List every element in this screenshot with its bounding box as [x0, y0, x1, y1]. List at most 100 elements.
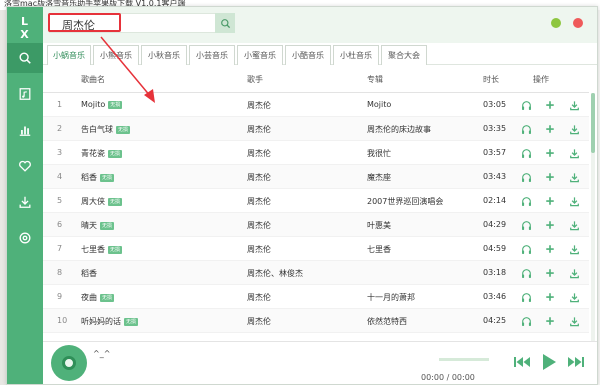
table-row[interactable]: 10 听妈妈的话 无损 周杰伦 依然范特西 04:25	[43, 309, 589, 333]
song-album: 周杰伦的床边故事	[367, 125, 431, 134]
table-row[interactable]: 6 晴天 无损 周杰伦 叶惠美 04:29	[43, 213, 589, 237]
plus-button[interactable]	[543, 217, 557, 233]
plus-button[interactable]	[543, 121, 557, 137]
plus-button[interactable]	[543, 313, 557, 329]
download-button[interactable]	[567, 217, 581, 233]
headphones-icon	[521, 100, 531, 110]
tab-source[interactable]: 聚合大会	[381, 45, 427, 65]
row-actions	[519, 313, 589, 329]
plus-button[interactable]	[543, 169, 557, 185]
plus-icon	[546, 317, 554, 325]
download-button[interactable]	[567, 97, 581, 113]
headphones-button[interactable]	[519, 97, 533, 113]
song-title-text: 七里香	[81, 245, 105, 254]
tab-source[interactable]: 小蜜音乐	[237, 45, 283, 65]
plus-button[interactable]	[543, 241, 557, 257]
plus-icon	[546, 125, 554, 133]
nav-song-list[interactable]	[7, 79, 43, 109]
nav-settings[interactable]	[7, 223, 43, 253]
download-button[interactable]	[567, 121, 581, 137]
player-time: 00:00 / 00:00	[421, 373, 475, 382]
plus-icon	[546, 101, 554, 109]
tab-source[interactable]: 小杜音乐	[333, 45, 379, 65]
headphones-button[interactable]	[519, 265, 533, 281]
next-button[interactable]	[567, 355, 585, 369]
headphones-button[interactable]	[519, 217, 533, 233]
annotation-arrow-icon	[100, 36, 155, 103]
row-index: 5	[57, 196, 63, 205]
header-duration: 时长	[483, 75, 499, 84]
plus-button[interactable]	[543, 193, 557, 209]
download-button[interactable]	[567, 289, 581, 305]
download-icon	[569, 292, 579, 302]
song-title: 青花瓷 无损	[81, 148, 123, 159]
lossless-badge: 无损	[116, 125, 131, 134]
nav-favorites[interactable]	[7, 151, 43, 181]
table-row[interactable]: 11卫马目无损袁娅、周杰伦Promise03:15	[43, 333, 589, 341]
table-row[interactable]: 9 夜曲 无损 周杰伦 十一月的萧邦 03:46	[43, 285, 589, 309]
table-row[interactable]: 4 稻香 无损 周杰伦 魔杰座 03:43	[43, 165, 589, 189]
lossless-badge: 无损	[124, 317, 139, 326]
lossless-badge: 无损	[108, 245, 123, 254]
progress-bar[interactable]	[439, 358, 489, 361]
download-icon	[569, 196, 579, 206]
headphones-button[interactable]	[519, 193, 533, 209]
song-duration: 04:25	[483, 316, 507, 325]
album-disc[interactable]	[51, 345, 87, 381]
download-button[interactable]	[567, 241, 581, 257]
player-bar: ^_^ 00:00 / 00:00	[43, 341, 597, 384]
download-button[interactable]	[567, 169, 581, 185]
download-button[interactable]	[567, 265, 581, 281]
song-artist: 周杰伦	[247, 245, 271, 254]
sidebar: L X	[7, 7, 43, 384]
song-artist: 周杰伦	[247, 293, 271, 302]
play-icon	[543, 354, 556, 370]
table-row[interactable]: 5 周大侠 无损 周杰伦 2007世界巡回演唱会 02:14	[43, 189, 589, 213]
song-duration: 03:05	[483, 100, 507, 109]
table-row[interactable]: 7 七里香 无损 周杰伦 七里香 04:59	[43, 237, 589, 261]
headphones-button[interactable]	[519, 313, 533, 329]
nav-leaderboard[interactable]	[7, 115, 43, 145]
plus-button[interactable]	[543, 289, 557, 305]
headphones-button[interactable]	[519, 241, 533, 257]
download-button[interactable]	[567, 313, 581, 329]
tab-source[interactable]: 小芸音乐	[189, 45, 235, 65]
chart-icon	[19, 126, 31, 136]
headphones-button[interactable]	[519, 289, 533, 305]
song-list: 1 Mojito 无损 周杰伦 Mojito 03:05 2 告白气球 无损 周杰伦 周杰伦的床边故…	[43, 93, 589, 341]
prev-button[interactable]	[513, 355, 531, 369]
nav-search[interactable]	[7, 43, 43, 73]
song-artist: 周杰伦	[247, 173, 271, 182]
play-button[interactable]	[541, 353, 557, 371]
table-row[interactable]: 8 稻香 周杰伦、林俊杰 03:18	[43, 261, 589, 285]
download-button[interactable]	[567, 193, 581, 209]
lossless-badge: 无损	[108, 149, 123, 158]
lossless-badge: 无损	[100, 293, 115, 302]
close-button[interactable]	[573, 18, 583, 28]
minimize-button[interactable]	[551, 18, 561, 28]
plus-icon	[546, 149, 554, 157]
plus-button[interactable]	[543, 265, 557, 281]
row-actions	[519, 97, 589, 113]
headphones-button[interactable]	[519, 169, 533, 185]
settings-icon	[19, 232, 31, 244]
row-index: 6	[57, 220, 63, 229]
plus-button[interactable]	[543, 145, 557, 161]
scrollbar-thumb[interactable]	[591, 93, 595, 153]
plus-icon	[546, 173, 554, 181]
table-row[interactable]: 3 青花瓷 无损 周杰伦 我很忙 03:57	[43, 141, 589, 165]
row-actions	[519, 145, 589, 161]
headphones-button[interactable]	[519, 121, 533, 137]
song-duration: 03:57	[483, 148, 507, 157]
nav-downloads[interactable]	[7, 187, 43, 217]
row-index: 1	[57, 100, 63, 109]
headphones-button[interactable]	[519, 145, 533, 161]
scrollbar[interactable]	[591, 93, 595, 341]
song-artist: 周杰伦	[247, 101, 271, 110]
table-row[interactable]: 2 告白气球 无损 周杰伦 周杰伦的床边故事 03:35	[43, 117, 589, 141]
tab-source[interactable]: 小酷音乐	[285, 45, 331, 65]
tab-source[interactable]: 小蜗音乐	[47, 45, 91, 65]
download-button[interactable]	[567, 145, 581, 161]
plus-button[interactable]	[543, 97, 557, 113]
search-button[interactable]	[215, 13, 235, 33]
